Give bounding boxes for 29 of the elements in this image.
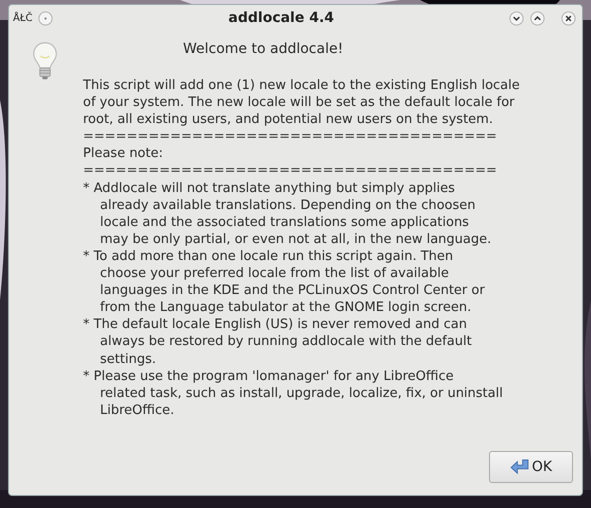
message-line: languages in the KDE and the PCLinuxOS Control Center or (99, 282, 486, 300)
window-title: addlocale 4.4 (227, 10, 336, 26)
bullet-line: * Please use the program 'lomanager' for any LibreOffice (83, 368, 455, 385)
message-line: of your system. The new locale will be set as the default locale for (83, 94, 516, 112)
message-line: already available translations. Depending on the choosen (99, 196, 477, 214)
message-line: This script will add one (1) new locale to the existing English locale (83, 77, 520, 94)
message-line: always be restored by running addlocale with the default (99, 333, 473, 350)
bullet-line: * To add more than one locale run this script again. Then (83, 248, 454, 266)
message-line: may be only partial, or even not at all, in the new language. (99, 230, 492, 248)
message-line: settings. (99, 350, 157, 368)
message-line: ====================================== (83, 162, 498, 180)
bullet-line: * The default locale English (US) is never removed and can (83, 316, 468, 334)
message-line: locale and the associated translations some applications (99, 214, 470, 231)
message-line: root, all existing users, and potential new users on the system. (83, 111, 494, 128)
message-line: ====================================== (83, 128, 498, 146)
bullet-line: * Addlocale will not translate anything but simply applies (83, 180, 456, 197)
minimize-icon[interactable] (509, 10, 524, 26)
message-line: from the Language tabulator at the GNOME login screen. (99, 299, 472, 316)
welcome-heading: Welcome to addlocale! (183, 41, 344, 57)
maximize-icon[interactable] (530, 10, 545, 26)
close-icon[interactable] (561, 10, 576, 26)
ok-button[interactable]: OK (489, 451, 573, 483)
message-line: related task, such as install, upgrade, localize, fix, or uninstall (99, 384, 504, 402)
message-line: choose your preferred locale from the list of available (99, 265, 450, 282)
lightbulb-icon (32, 41, 58, 81)
message-line: LibreOffice. (99, 402, 176, 419)
message-line: Please note: (83, 145, 164, 162)
window-menu-icon[interactable]: ÅŁČ (13, 12, 32, 24)
enter-icon (510, 459, 530, 475)
